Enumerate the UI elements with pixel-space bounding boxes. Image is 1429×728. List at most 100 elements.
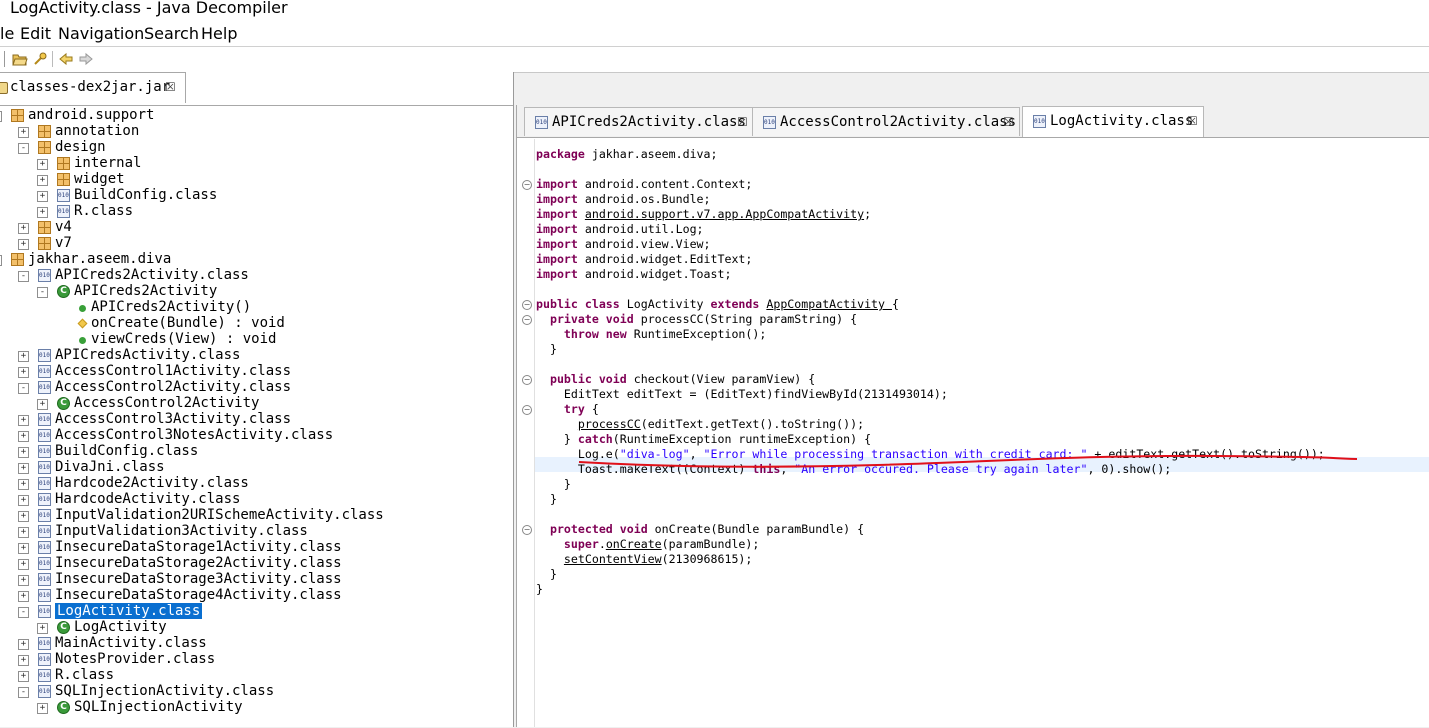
menu-help[interactable]: Help	[201, 24, 237, 43]
tree-row[interactable]: +010 InsecureDataStorage2Activity.class	[0, 555, 513, 572]
tree-row[interactable]: + C SQLInjectionActivity	[0, 699, 513, 716]
tree-row[interactable]: onCreate(Bundle) : void	[0, 315, 513, 332]
open-type-icon[interactable]	[32, 51, 48, 67]
collapse-icon[interactable]: -	[18, 687, 29, 698]
code-editor[interactable]: package jakhar.aseem.diva; import android…	[536, 139, 1429, 727]
expand-icon[interactable]: +	[37, 703, 48, 714]
expand-icon[interactable]: +	[37, 207, 48, 218]
collapse-icon[interactable]: -	[0, 111, 2, 122]
tab-classes-dex2jar[interactable]: classes-dex2jar.jar ☒	[0, 72, 186, 103]
tree-row[interactable]: + v4	[0, 219, 513, 236]
tree-row[interactable]: +010 InsecureDataStorage3Activity.class	[0, 571, 513, 588]
expand-icon[interactable]: +	[18, 527, 29, 538]
collapse-icon[interactable]: -	[18, 607, 29, 618]
tree-row[interactable]: +010 AccessControl3NotesActivity.class	[0, 427, 513, 444]
expand-icon[interactable]: +	[37, 175, 48, 186]
tree-row[interactable]: +010 InsecureDataStorage4Activity.class	[0, 587, 513, 604]
expand-icon[interactable]: +	[37, 159, 48, 170]
expand-icon[interactable]: +	[18, 239, 29, 250]
fold-icon[interactable]: −	[522, 180, 532, 190]
tree-row[interactable]: - jakhar.aseem.diva	[0, 251, 513, 268]
tree-row[interactable]: +010 R.class	[0, 667, 513, 684]
tree-row[interactable]: +010 AccessControl3Activity.class	[0, 411, 513, 428]
expand-icon[interactable]: +	[18, 447, 29, 458]
expand-icon[interactable]: +	[18, 367, 29, 378]
expand-icon[interactable]: +	[37, 399, 48, 410]
tree-row[interactable]: viewCreds(View) : void	[0, 331, 513, 348]
expand-icon[interactable]: +	[18, 223, 29, 234]
tree-row[interactable]: -010 LogActivity.class	[0, 603, 513, 620]
menu-file[interactable]: le	[0, 24, 14, 43]
code-line: import android.util.Log;	[536, 222, 704, 237]
editor-tab[interactable]: 010 LogActivity.class ☒	[1022, 106, 1204, 137]
tree-row[interactable]: +010 AccessControl1Activity.class	[0, 363, 513, 380]
tree-row[interactable]: -010 AccessControl2Activity.class	[0, 379, 513, 396]
tree-row[interactable]: + C LogActivity	[0, 619, 513, 636]
fold-icon[interactable]: −	[522, 525, 532, 535]
tree-row[interactable]: +010 BuildConfig.class	[0, 187, 513, 204]
menu-navigation[interactable]: Navigation	[58, 24, 144, 43]
expand-icon[interactable]: +	[37, 623, 48, 634]
tree-row[interactable]: +010 BuildConfig.class	[0, 443, 513, 460]
back-arrow-icon[interactable]	[58, 51, 74, 67]
tree-row[interactable]: + internal	[0, 155, 513, 172]
fold-icon[interactable]: −	[522, 300, 532, 310]
tree-row[interactable]: +010 NotesProvider.class	[0, 651, 513, 668]
menu-edit[interactable]: Edit	[20, 24, 51, 43]
fold-icon[interactable]: −	[522, 315, 532, 325]
expand-icon[interactable]: +	[18, 495, 29, 506]
tree-row[interactable]: +010 Hardcode2Activity.class	[0, 475, 513, 492]
tree-row[interactable]: +010 MainActivity.class	[0, 635, 513, 652]
keyword: public class	[536, 297, 627, 311]
tree-row[interactable]: + C AccessControl2Activity	[0, 395, 513, 412]
collapse-icon[interactable]: -	[18, 271, 29, 282]
expand-icon[interactable]: +	[18, 479, 29, 490]
tree-row[interactable]: +010 InputValidation2URISchemeActivity.cl…	[0, 507, 513, 524]
expand-icon[interactable]: +	[18, 511, 29, 522]
fold-icon[interactable]: −	[522, 405, 532, 415]
tree-row[interactable]: -010 SQLInjectionActivity.class	[0, 683, 513, 700]
collapse-icon[interactable]: -	[0, 255, 2, 266]
expand-icon[interactable]: +	[18, 127, 29, 138]
expand-icon[interactable]: +	[18, 431, 29, 442]
expand-icon[interactable]: +	[18, 639, 29, 650]
editor-tab[interactable]: 010 AccessControl2Activity.class ☒	[752, 107, 1020, 136]
fold-icon[interactable]: −	[522, 375, 532, 385]
tree-row[interactable]: - design	[0, 139, 513, 156]
open-folder-icon[interactable]	[12, 51, 28, 67]
menu-search[interactable]: Search	[144, 24, 199, 43]
tree-row[interactable]: + v7	[0, 235, 513, 252]
collapse-icon[interactable]: -	[18, 143, 29, 154]
collapse-icon[interactable]: -	[37, 287, 48, 298]
expand-icon[interactable]: +	[18, 591, 29, 602]
tree-row[interactable]: + annotation	[0, 123, 513, 140]
tree-row[interactable]: - C APICreds2Activity	[0, 283, 513, 300]
close-icon[interactable]: ☒	[1187, 114, 1198, 128]
tree-row[interactable]: +010 R.class	[0, 203, 513, 220]
expand-icon[interactable]: +	[18, 671, 29, 682]
editor-tab[interactable]: 010 APICreds2Activity.class ☒	[524, 107, 754, 136]
tree-label: jakhar.aseem.diva	[28, 251, 172, 267]
tree-row[interactable]: APICreds2Activity()	[0, 299, 513, 316]
tree-row[interactable]: +010 HardcodeActivity.class	[0, 491, 513, 508]
close-icon[interactable]: ☒	[737, 115, 748, 129]
tree-row[interactable]: +010 APICredsActivity.class	[0, 347, 513, 364]
expand-icon[interactable]: +	[37, 191, 48, 202]
expand-icon[interactable]: +	[18, 655, 29, 666]
tree-row[interactable]: - android.support	[0, 107, 513, 124]
expand-icon[interactable]: +	[18, 415, 29, 426]
tree-row[interactable]: +010 InputValidation3Activity.class	[0, 523, 513, 540]
expand-icon[interactable]: +	[18, 351, 29, 362]
close-icon[interactable]: ☒	[1003, 115, 1014, 129]
forward-arrow-icon[interactable]	[78, 51, 94, 67]
tree-row[interactable]: -010 APICreds2Activity.class	[0, 267, 513, 284]
expand-icon[interactable]: +	[18, 463, 29, 474]
tree-row[interactable]: + widget	[0, 171, 513, 188]
tree-row[interactable]: +010 DivaJni.class	[0, 459, 513, 476]
close-icon[interactable]: ☒	[165, 80, 176, 94]
expand-icon[interactable]: +	[18, 559, 29, 570]
expand-icon[interactable]: +	[18, 575, 29, 586]
expand-icon[interactable]: +	[18, 543, 29, 554]
tree-row[interactable]: +010 InsecureDataStorage1Activity.class	[0, 539, 513, 556]
collapse-icon[interactable]: -	[18, 383, 29, 394]
